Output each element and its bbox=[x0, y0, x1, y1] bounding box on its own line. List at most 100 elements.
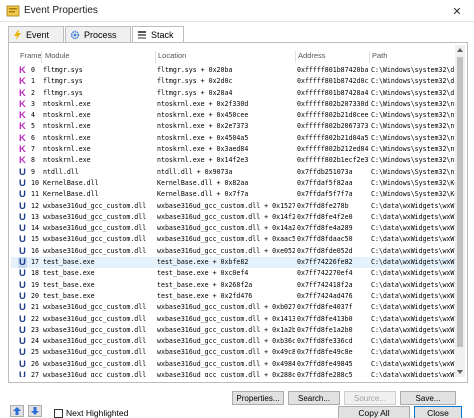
table-row[interactable]: K 0 fltmgr.sys fltmgr.sys + 0x20ba 0xfffff80… bbox=[11, 65, 456, 76]
user-frame-icon: U bbox=[19, 324, 26, 336]
tab-stack[interactable]: Stack bbox=[132, 26, 184, 43]
path-cell: C:\data\wxWidgets\wxWidg bbox=[371, 325, 456, 334]
address-cell: 0x7ffd8fe413b0 bbox=[297, 314, 353, 323]
address-cell: 0x7ffd8fe1a2b0 bbox=[297, 325, 353, 334]
location-cell: wxbase316ud_gcc_custom.dll + 0x14f2e0 bbox=[157, 212, 295, 221]
frame-cell: 17 bbox=[31, 258, 39, 267]
table-row[interactable]: U 14 wxbase316ud_gcc_custom.dll wxbase316ud… bbox=[11, 223, 456, 234]
copy-all-button[interactable]: Copy All bbox=[338, 406, 410, 418]
address-cell: 0xfffff802b207330d bbox=[297, 99, 369, 108]
location-cell: fltmgr.sys + 0x28a4 bbox=[157, 88, 233, 97]
module-cell: wxbase316ud_gcc_custom.dll bbox=[43, 235, 147, 244]
location-cell: ntoskrnl.exe + 0x14f2e3 bbox=[157, 156, 249, 165]
table-row[interactable]: U 20 test_base.exe test_base.exe + 0x2fd476… bbox=[11, 291, 456, 302]
properties-button[interactable]: Properties... bbox=[232, 391, 284, 405]
previous-button[interactable] bbox=[10, 405, 24, 417]
table-row[interactable]: K 1 fltmgr.sys fltmgr.sys + 0x2d0c 0xfffff80… bbox=[11, 76, 456, 87]
table-row[interactable]: U 23 wxbase316ud_gcc_custom.dll wxbase316ud… bbox=[11, 325, 456, 336]
table-row[interactable]: U 15 wxbase316ud_gcc_custom.dll wxbase316ud… bbox=[11, 234, 456, 245]
table-row[interactable]: U 12 wxbase316ud_gcc_custom.dll wxbase316ud… bbox=[11, 201, 456, 212]
kernel-frame-icon: K bbox=[19, 121, 26, 133]
location-cell: wxbase316ud_gcc_custom.dll + 0x14a289 bbox=[157, 224, 295, 233]
frame-cell: 13 bbox=[31, 212, 39, 221]
table-row[interactable]: K 5 ntoskrnl.exe ntoskrnl.exe + 0x2e7373 0xf… bbox=[11, 121, 456, 132]
module-cell: wxbase316ud_gcc_custom.dll bbox=[43, 359, 147, 368]
table-row[interactable]: U 10 KernelBase.dll KernelBase.dll + 0x82aa… bbox=[11, 178, 456, 189]
action-buttons: Properties... Search... Source... Save..… bbox=[0, 391, 474, 405]
location-cell: test_base.exe + 0x268f2a bbox=[157, 280, 253, 289]
scroll-up-arrow-icon[interactable] bbox=[455, 45, 465, 55]
user-frame-icon: U bbox=[19, 257, 26, 269]
module-cell: wxbase316ud_gcc_custom.dll bbox=[43, 337, 147, 346]
save-button[interactable]: Save... bbox=[400, 391, 456, 405]
table-row[interactable]: U 26 wxbase316ud_gcc_custom.dll wxbase316ud… bbox=[11, 359, 456, 370]
path-cell: C:\data\wxWidgets\wxWidg bbox=[371, 314, 456, 323]
frame-cell: 26 bbox=[31, 359, 39, 368]
table-row[interactable]: K 4 ntoskrnl.exe ntoskrnl.exe + 0x450cee 0xf… bbox=[11, 110, 456, 121]
address-cell: 0xfffff802b2067373 bbox=[297, 122, 369, 131]
table-row[interactable]: U 25 wxbase316ud_gcc_custom.dll wxbase316ud… bbox=[11, 347, 456, 358]
path-cell: C:\Windows\system32\ntos bbox=[371, 133, 456, 142]
frame-cell: 0 bbox=[31, 66, 35, 74]
path-cell: C:\data\wxWidgets\wxWidg bbox=[371, 224, 456, 233]
next-highlighted-checkbox[interactable] bbox=[54, 409, 63, 418]
path-cell: C:\Windows\System32\Kern bbox=[371, 190, 456, 199]
module-cell: ntoskrnl.exe bbox=[43, 111, 91, 120]
table-row[interactable]: U 21 wxbase316ud_gcc_custom.dll wxbase316ud… bbox=[11, 302, 456, 313]
location-cell: test_base.exe + 0xbfe82 bbox=[157, 258, 249, 267]
close-button[interactable]: Close bbox=[414, 406, 462, 418]
location-cell: ntoskrnl.exe + 0x2e7373 bbox=[157, 122, 249, 131]
column-header-frame[interactable]: Frame bbox=[20, 51, 42, 60]
module-cell: ntoskrnl.exe bbox=[43, 99, 91, 108]
scroll-down-arrow-icon[interactable] bbox=[455, 367, 465, 377]
location-cell: ntoskrnl.exe + 0x4504a5 bbox=[157, 133, 249, 142]
address-cell: 0xfffff801b8742d0c bbox=[297, 77, 369, 86]
table-row[interactable]: U 11 KernelBase.dll KernelBase.dll + 0x7f7a… bbox=[11, 189, 456, 200]
next-button[interactable] bbox=[28, 405, 42, 417]
address-cell: 0x7ffd8fdaac50 bbox=[297, 235, 353, 244]
location-cell: wxbase316ud_gcc_custom.dll + 0xb027f bbox=[157, 303, 295, 312]
path-cell: C:\data\wxWidgets\wxWidg bbox=[371, 371, 456, 377]
column-header-address[interactable]: Address bbox=[298, 51, 326, 60]
title-bar: Event Properties ✕ bbox=[0, 0, 474, 22]
kernel-frame-icon: K bbox=[19, 76, 26, 88]
frame-cell: 7 bbox=[31, 145, 35, 154]
search-button[interactable]: Search... bbox=[288, 391, 340, 405]
scrollbar-thumb[interactable] bbox=[457, 57, 463, 347]
table-row[interactable]: U 18 test_base.exe test_base.exe + 0xc0ef4 0… bbox=[11, 268, 456, 279]
location-cell: ntoskrnl.exe + 0x450cee bbox=[157, 111, 249, 120]
frame-cell: 16 bbox=[31, 246, 39, 255]
location-cell: wxbase316ud_gcc_custom.dll + 0x1a2b0 bbox=[157, 325, 295, 334]
module-cell: ntdll.dll bbox=[43, 167, 79, 176]
path-cell: C:\data\wxWidgets\wxWidg bbox=[371, 291, 456, 300]
table-row[interactable]: U 24 wxbase316ud_gcc_custom.dll wxbase316ud… bbox=[11, 336, 456, 347]
table-row[interactable]: U 13 wxbase316ud_gcc_custom.dll wxbase316ud… bbox=[11, 212, 456, 223]
table-row[interactable]: K 8 ntoskrnl.exe ntoskrnl.exe + 0x14f2e3 0xf… bbox=[11, 155, 456, 166]
tab-event[interactable]: Event bbox=[8, 26, 64, 42]
location-cell: ntdll.dll + 0x9073a bbox=[157, 167, 233, 176]
vertical-scrollbar[interactable] bbox=[455, 45, 465, 377]
address-cell: 0x7ffd8fde052d bbox=[297, 246, 353, 255]
tab-process[interactable]: Process bbox=[65, 26, 131, 42]
table-row[interactable]: U 22 wxbase316ud_gcc_custom.dll wxbase316ud… bbox=[11, 314, 456, 325]
column-header-path[interactable]: Path bbox=[372, 51, 387, 60]
table-row[interactable]: K 7 ntoskrnl.exe ntoskrnl.exe + 0x3aed84 0xf… bbox=[11, 144, 456, 155]
table-row[interactable]: U 19 test_base.exe test_base.exe + 0x268f2a… bbox=[11, 280, 456, 291]
column-header-module[interactable]: Module bbox=[45, 51, 70, 60]
table-row[interactable]: U 17 test_base.exe test_base.exe + 0xbfe82 0… bbox=[11, 257, 456, 269]
kernel-frame-icon: K bbox=[19, 144, 26, 156]
path-cell: C:\Windows\System32\ntdl bbox=[371, 167, 456, 176]
close-icon: ✕ bbox=[452, 5, 462, 18]
table-row[interactable]: U 9 ntdll.dll ntdll.dll + 0x9073a 0x7ffdb251… bbox=[11, 167, 456, 178]
table-row[interactable]: K 3 ntoskrnl.exe ntoskrnl.exe + 0x2f330d 0xf… bbox=[11, 99, 456, 110]
location-cell: test_base.exe + 0x2fd476 bbox=[157, 291, 253, 300]
column-header-location[interactable]: Location bbox=[158, 51, 186, 60]
table-row[interactable]: U 16 wxbase316ud_gcc_custom.dll wxbase316ud… bbox=[11, 246, 456, 257]
table-row[interactable]: K 2 fltmgr.sys fltmgr.sys + 0x28a4 0xfffff80… bbox=[11, 88, 456, 99]
table-row[interactable]: U 27 wxbase316ud_gcc_custom.dll wxbase316ud… bbox=[11, 370, 456, 377]
user-frame-icon: U bbox=[19, 268, 26, 280]
close-window-button[interactable]: ✕ bbox=[440, 0, 474, 22]
frame-cell: 19 bbox=[31, 280, 39, 289]
path-cell: C:\Windows\System32\Kern bbox=[371, 178, 456, 187]
table-row[interactable]: K 6 ntoskrnl.exe ntoskrnl.exe + 0x4504a5 0xf… bbox=[11, 133, 456, 144]
